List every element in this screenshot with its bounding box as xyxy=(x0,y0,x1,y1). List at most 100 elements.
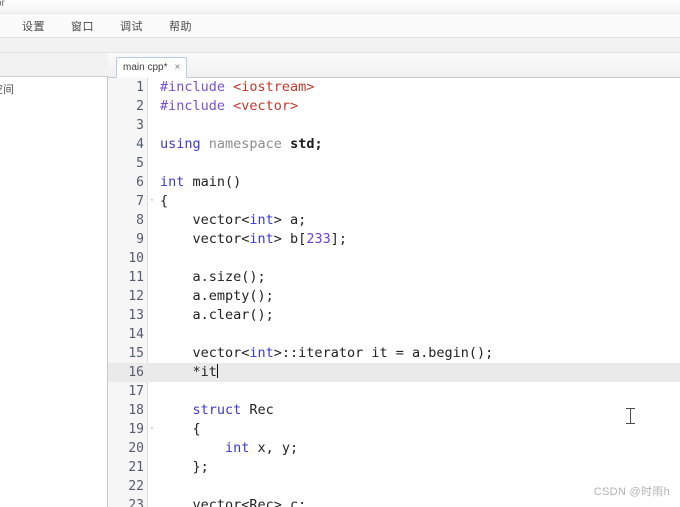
code-token: a.size(); xyxy=(160,269,266,285)
line-number: 22 xyxy=(128,479,144,494)
code-token: a.clear(); xyxy=(160,307,274,323)
line-number: 7 xyxy=(136,194,144,209)
code-line[interactable]: 5 xyxy=(108,154,680,173)
code-line[interactable]: 19 · { xyxy=(108,420,680,439)
line-number: 6 xyxy=(136,175,144,190)
line-number: 14 xyxy=(128,327,144,342)
line-number: 3 xyxy=(136,118,144,133)
line-number: 5 xyxy=(136,156,144,171)
code-token: int xyxy=(160,440,258,456)
line-number: 23 xyxy=(128,498,144,507)
code-token: vector<Rec> c; xyxy=(160,497,307,507)
line-number: 13 xyxy=(128,308,144,323)
code-line[interactable]: 1 #include <iostream> xyxy=(108,78,680,97)
code-line[interactable]: 6 int main() xyxy=(108,173,680,192)
menu-item-2[interactable]: 调试 xyxy=(114,16,149,36)
code-line[interactable]: 17 xyxy=(108,382,680,401)
code-line-text: }; xyxy=(160,458,209,477)
code-line[interactable]: 10 xyxy=(108,249,680,268)
code-line[interactable]: 21 }; xyxy=(108,458,680,477)
code-token: int xyxy=(249,345,274,361)
menu-item-3[interactable]: 帮助 xyxy=(163,16,198,36)
code-line[interactable]: 15 vector<int>::iterator it = a.begin(); xyxy=(108,344,680,363)
line-number: 1 xyxy=(136,80,144,95)
code-line[interactable]: 16 *it xyxy=(108,363,680,382)
code-line-text: int x, y; xyxy=(160,439,298,458)
code-line[interactable]: 8 vector<int> a; xyxy=(108,211,680,230)
line-number: 21 xyxy=(128,460,144,475)
code-token: 233 xyxy=(306,231,331,247)
line-number: 12 xyxy=(128,289,144,304)
line-number: 4 xyxy=(136,137,144,152)
left-panel-header xyxy=(0,53,108,77)
left-side-panel: 空间 xyxy=(0,53,108,507)
window-title: or xyxy=(0,0,5,9)
fold-toggle-icon[interactable]: · xyxy=(146,192,158,211)
code-line[interactable]: 7 ·{ xyxy=(108,192,680,211)
code-line-text: *it xyxy=(160,363,218,382)
code-line-text: int main() xyxy=(160,173,241,192)
title-bar: or xyxy=(0,0,680,14)
code-token: vector< xyxy=(160,212,250,228)
code-line-text: vector<int> b[233]; xyxy=(160,230,347,249)
code-token: *it xyxy=(160,364,217,380)
code-token: x, y; xyxy=(257,440,299,456)
toolbar-strip xyxy=(0,38,680,53)
tab-label: main cpp* xyxy=(123,62,168,73)
code-token: int xyxy=(249,212,274,228)
line-number: 15 xyxy=(128,346,144,361)
code-line-text: struct Rec xyxy=(160,401,274,420)
line-number: 2 xyxy=(136,99,144,114)
line-number: 10 xyxy=(128,251,144,266)
left-panel-label: 空间 xyxy=(0,84,14,96)
code-token: std; xyxy=(290,136,323,152)
code-line-text: { xyxy=(160,420,201,439)
code-line[interactable]: 14 xyxy=(108,325,680,344)
code-token: struct xyxy=(160,402,250,418)
code-line[interactable]: 18 struct Rec xyxy=(108,401,680,420)
code-token: vector< xyxy=(160,231,250,247)
tab-main-cpp[interactable]: main cpp* × xyxy=(116,57,188,78)
code-line-text: vector<int> a; xyxy=(160,211,307,230)
line-number: 9 xyxy=(136,232,144,247)
code-token: > b[ xyxy=(273,231,307,247)
code-token: namespace xyxy=(208,136,291,152)
code-line[interactable]: 12 a.empty(); xyxy=(108,287,680,306)
code-line[interactable]: 13 a.clear(); xyxy=(108,306,680,325)
menu-item-1[interactable]: 窗口 xyxy=(65,16,100,36)
code-token: ]; xyxy=(330,231,347,247)
code-editor[interactable]: 1 #include <iostream> 2 #include <vector> 3 4… xyxy=(108,78,680,507)
code-token: main() xyxy=(192,174,242,190)
fold-toggle-icon[interactable]: · xyxy=(146,420,158,439)
line-number: 18 xyxy=(128,403,144,418)
code-token: vector< xyxy=(160,345,250,361)
line-number: 16 xyxy=(128,365,144,380)
code-line-text: a.empty(); xyxy=(160,287,274,306)
code-token: #include xyxy=(160,98,234,114)
code-line-text: a.size(); xyxy=(160,268,266,287)
code-token: <iostream> xyxy=(233,79,315,95)
line-number: 8 xyxy=(136,213,144,228)
code-line[interactable]: 3 xyxy=(108,116,680,135)
code-token: #include xyxy=(160,79,234,95)
line-number: 19 xyxy=(128,422,144,437)
code-line-text: vector<Rec> c; xyxy=(160,496,307,507)
code-text-area[interactable]: 1 #include <iostream> 2 #include <vector> 3 4… xyxy=(108,78,680,507)
close-icon[interactable]: × xyxy=(174,62,180,73)
code-token: { xyxy=(160,421,201,437)
code-token: int xyxy=(249,231,274,247)
menu-bar: 设置 窗口 调试 帮助 xyxy=(0,14,680,38)
code-line[interactable]: 11 a.size(); xyxy=(108,268,680,287)
code-line[interactable]: 20 int x, y; xyxy=(108,439,680,458)
code-line[interactable]: 4 using namespace std; xyxy=(108,135,680,154)
menu-item-0[interactable]: 设置 xyxy=(16,16,51,36)
code-line[interactable]: 2 #include <vector> xyxy=(108,97,680,116)
code-token: Rec xyxy=(249,402,274,418)
code-line-text: #include <vector> xyxy=(160,97,298,116)
code-token: > a; xyxy=(273,212,307,228)
line-number: 11 xyxy=(128,270,144,285)
code-line-text: vector<int>::iterator it = a.begin(); xyxy=(160,344,494,363)
text-caret xyxy=(216,364,218,378)
code-line[interactable]: 9 vector<int> b[233]; xyxy=(108,230,680,249)
code-line-text: a.clear(); xyxy=(160,306,274,325)
